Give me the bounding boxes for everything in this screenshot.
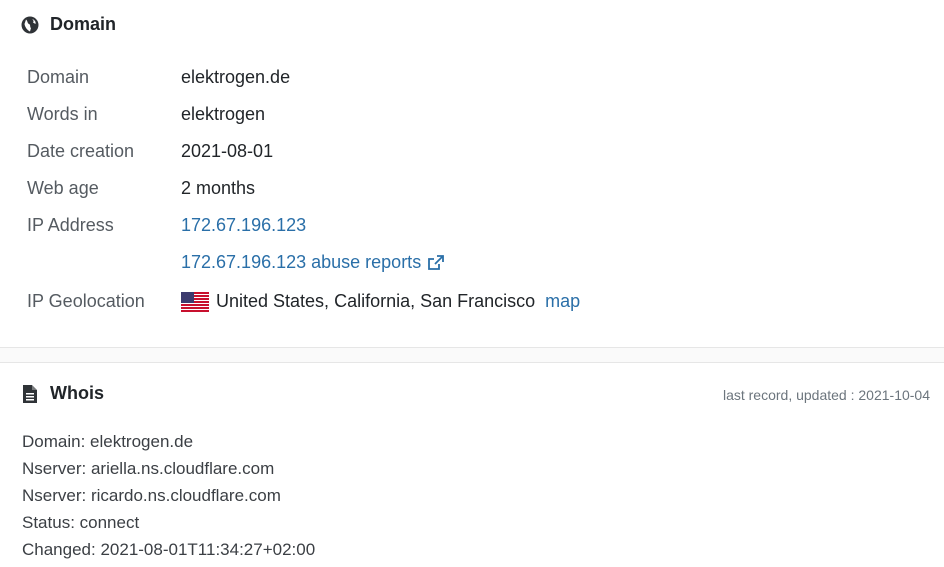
row-words-in: Words in elektrogen	[27, 96, 580, 133]
us-flag-icon	[181, 291, 209, 312]
value-words-in: elektrogen	[181, 104, 266, 124]
globe-icon	[20, 15, 40, 35]
row-date-creation: Date creation 2021-08-01	[27, 133, 580, 170]
value-web-age: 2 months	[181, 178, 256, 198]
ip-address-link[interactable]: 172.67.196.123	[181, 215, 306, 236]
label-domain: Domain	[27, 67, 90, 87]
section-divider	[0, 347, 944, 363]
whois-record: Domain: elektrogen.de Nserver: ariella.n…	[22, 428, 315, 563]
label-ip-geolocation: IP Geolocation	[27, 291, 145, 311]
label-ip-address: IP Address	[27, 215, 114, 235]
row-abuse-reports: 172.67.196.123 abuse reports	[27, 244, 580, 281]
map-link[interactable]: map	[545, 291, 580, 312]
whois-line: Domain: elektrogen.de	[22, 432, 194, 451]
whois-line: Status: connect	[22, 513, 140, 532]
label-web-age: Web age	[27, 178, 99, 198]
domain-section-title: Domain	[20, 14, 116, 35]
row-ip-geolocation: IP Geolocation United States, California…	[27, 281, 580, 322]
value-ip-geolocation: United States, California, San Francisco…	[181, 291, 580, 312]
label-words-in: Words in	[27, 104, 98, 124]
whois-title-text: Whois	[50, 383, 104, 403]
abuse-reports-text: 172.67.196.123 abuse reports	[181, 252, 422, 272]
whois-updated-text: last record, updated : 2021-10-04	[722, 387, 930, 403]
geolocation-text: United States, California, San Francisco	[216, 291, 536, 311]
domain-info-table: Domain elektrogen.de Words in elektrogen…	[27, 59, 580, 322]
value-date-creation: 2021-08-01	[181, 141, 274, 161]
abuse-reports-link[interactable]: 172.67.196.123 abuse reports	[181, 252, 445, 273]
value-domain: elektrogen.de	[181, 67, 291, 87]
whois-line: Nserver: ricardo.ns.cloudflare.com	[22, 486, 281, 505]
whois-section-title: Whois	[20, 383, 104, 404]
label-date-creation: Date creation	[27, 141, 135, 161]
row-ip-address: IP Address 172.67.196.123	[27, 207, 580, 244]
document-icon	[20, 384, 40, 404]
row-web-age: Web age 2 months	[27, 170, 580, 207]
whois-line: Nserver: ariella.ns.cloudflare.com	[22, 459, 275, 478]
external-link-icon	[427, 254, 445, 271]
whois-line: Changed: 2021-08-01T11:34:27+02:00	[22, 540, 316, 559]
domain-title-text: Domain	[50, 14, 117, 34]
row-domain: Domain elektrogen.de	[27, 59, 580, 96]
